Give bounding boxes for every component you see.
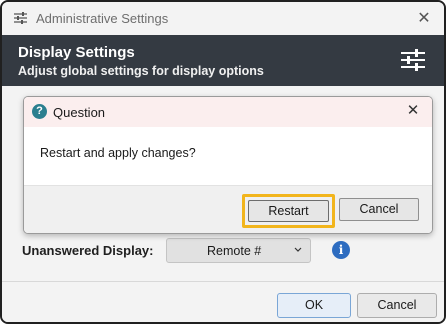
page-subtitle: Adjust global settings for display optio… xyxy=(18,64,264,78)
footer-divider xyxy=(2,281,444,282)
unanswered-display-value: Remote # xyxy=(207,244,262,258)
dialog-body: Restart and apply changes? xyxy=(24,127,432,185)
cancel-button[interactable]: Cancel xyxy=(357,293,437,318)
dialog-title: Question xyxy=(53,105,106,120)
dialog-footer: Restart Cancel xyxy=(24,185,432,233)
window-titlebar: Administrative Settings ✕ xyxy=(2,2,444,35)
unanswered-display-select[interactable]: Remote # xyxy=(166,238,311,263)
restart-button[interactable]: Restart xyxy=(248,200,329,222)
window-close-button[interactable]: ✕ xyxy=(414,9,434,29)
dialog-cancel-button[interactable]: Cancel xyxy=(339,198,419,221)
question-dialog: ? Question ✕ Restart and apply changes? … xyxy=(23,96,433,234)
sliders-icon xyxy=(14,12,27,24)
info-icon[interactable]: i xyxy=(332,241,350,259)
chevron-down-icon xyxy=(294,247,302,252)
settings-header: Display Settings Adjust global settings … xyxy=(2,35,444,86)
settings-sliders-icon xyxy=(401,49,425,71)
dialog-message: Restart and apply changes? xyxy=(40,146,196,160)
question-icon: ? xyxy=(32,104,47,119)
window-title: Administrative Settings xyxy=(36,11,169,26)
admin-settings-window: Administrative Settings ✕ Display Settin… xyxy=(0,0,446,324)
ok-button[interactable]: OK xyxy=(277,293,351,318)
dialog-titlebar: ? Question ✕ xyxy=(24,97,432,127)
restart-highlight: Restart xyxy=(242,194,335,228)
dialog-close-button[interactable]: ✕ xyxy=(404,102,422,120)
unanswered-display-label: Unanswered Display: xyxy=(22,243,154,258)
page-title: Display Settings xyxy=(18,44,135,61)
